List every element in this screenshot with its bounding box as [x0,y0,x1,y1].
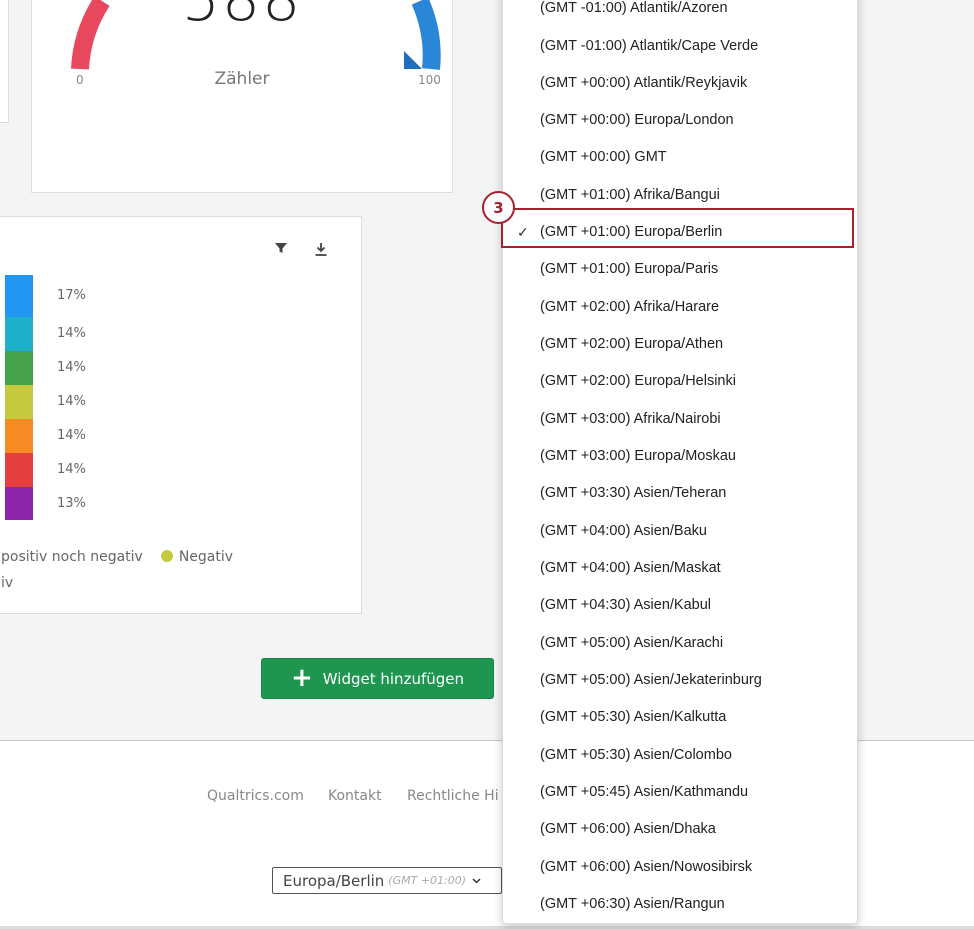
bar-label: 14% [57,326,86,341]
timezone-option-label: (GMT +05:00) Asien/Jekaterinburg [540,672,762,688]
timezone-option[interactable]: (GMT +01:00) Afrika/Bangui [503,180,857,210]
gauge-max: 100 [418,73,441,87]
bar-segment[interactable] [5,275,33,317]
bar-segment[interactable] [5,351,33,385]
step-badge: 3 [482,191,515,224]
bar-segment[interactable] [5,453,33,487]
legend-item-negative: Negativ [178,549,234,565]
timezone-option-label: (GMT +00:00) Europa/London [540,112,734,128]
bar-label: 14% [57,394,86,409]
timezone-option-label: (GMT +02:00) Europa/Athen [540,336,724,352]
timezone-select[interactable]: Europa/Berlin (GMT +01:00) [272,867,502,894]
timezone-option-label: (GMT +05:30) Asien/Kalkutta [540,709,727,725]
timezone-option-label: (GMT +05:45) Asien/Kathmandu [540,784,749,800]
download-icon[interactable] [314,241,328,261]
timezone-option-label: (GMT -01:00) Atlantik/Azoren [540,0,728,16]
timezone-option[interactable]: (GMT +04:30) Asien/Kabul [503,590,857,620]
timezone-option[interactable]: (GMT +02:00) Europa/Athen [503,329,857,359]
timezone-option-label: (GMT +02:00) Afrika/Harare [540,299,720,315]
chart-legend: positiv noch negativ Negativ [1,549,233,565]
timezone-dropdown-menu: (GMT -01:00) Atlantik/Azoren (GMT -01:00)… [502,0,858,924]
timezone-option-label: (GMT +04:00) Asien/Baku [540,523,707,539]
timezone-option-label: (GMT +00:00) Atlantik/Reykjavik [540,75,748,91]
timezone-option[interactable]: (GMT +06:30) Asien/Rangun [503,889,857,919]
timezone-option[interactable]: (GMT +04:00) Asien/Maskat [503,553,857,583]
bar-label: 17% [57,288,86,303]
timezone-option[interactable]: ✓ (GMT +01:00) Europa/Berlin [503,217,857,247]
bar-segment[interactable] [5,419,33,453]
chart-toolbar [274,241,328,261]
timezone-option-label: (GMT +03:00) Europa/Moskau [540,448,736,464]
chart-widget-card: 17% 14% 14% 14% 14% 14% 13% positiv noch negat… [0,216,362,614]
timezone-option[interactable]: (GMT -01:00) Atlantik/Cape Verde [503,31,857,61]
gauge-label: Zähler [214,69,270,89]
bar-label: 14% [57,428,86,443]
timezone-option[interactable]: (GMT +00:00) Europa/London [503,105,857,135]
timezone-option-label: (GMT +06:30) Asien/Rangun [540,896,725,912]
timezone-option-label: (GMT +04:00) Asien/Maskat [540,560,721,576]
timezone-option-label: (GMT +06:00) Asien/Nowosibirsk [540,859,753,875]
gauge-pointer [404,51,422,69]
bar-segment[interactable] [5,317,33,351]
timezone-option[interactable]: (GMT +02:00) Afrika/Harare [503,292,857,322]
timezone-option-label: (GMT +00:00) GMT [540,149,667,165]
timezone-option-label: (GMT +03:00) Afrika/Nairobi [540,411,721,427]
timezone-option[interactable]: (GMT +05:00) Asien/Karachi [503,628,857,658]
chevron-down-icon [472,874,481,887]
timezone-option[interactable]: (GMT +01:00) Europa/Paris [503,254,857,284]
footer-link-legal[interactable]: Rechtliche Hi [407,788,499,804]
timezone-select-value: Europa/Berlin [283,871,385,890]
timezone-option-label: (GMT +05:30) Asien/Colombo [540,747,732,763]
filter-icon[interactable] [274,241,288,261]
gauge-value: 588 [181,0,303,35]
timezone-option[interactable]: (GMT +00:00) Atlantik/Reykjavik [503,68,857,98]
timezone-option[interactable]: (GMT -01:00) Atlantik/Azoren [503,0,857,23]
bar-label: 14% [57,360,86,375]
timezone-option-label: (GMT +01:00) Afrika/Bangui [540,187,720,203]
gauge-widget-card: 588 Zähler 0 100 [31,0,453,193]
plus-icon: + [291,662,313,693]
timezone-option-label: (GMT +06:00) Asien/Dhaka [540,821,716,837]
timezone-option[interactable]: (GMT +04:00) Asien/Baku [503,516,857,546]
bar-label: 14% [57,462,86,477]
timezone-option-label: (GMT +04:30) Asien/Kabul [540,597,712,613]
timezone-option[interactable]: (GMT +03:00) Europa/Moskau [503,441,857,471]
timezone-option-label: (GMT +02:00) Europa/Helsinki [540,373,736,389]
legend-item-positive: iv [1,575,14,591]
legend-item-neutral: positiv noch negativ [1,549,143,565]
bar-label: 13% [57,495,86,511]
check-icon: ✓ [517,223,529,240]
timezone-option[interactable]: (GMT +06:00) Asien/Nowosibirsk [503,852,857,882]
timezone-option-label: (GMT +03:30) Asien/Teheran [540,485,727,501]
timezone-option[interactable]: (GMT +03:00) Afrika/Nairobi [503,404,857,434]
add-widget-label: Widget hinzufügen [322,669,464,688]
bar-segment[interactable] [5,385,33,419]
partial-widget-card [0,0,9,123]
timezone-option[interactable]: (GMT +02:00) Europa/Helsinki [503,366,857,396]
timezone-option[interactable]: (GMT +03:30) Asien/Teheran [503,478,857,508]
footer-link-qualtrics[interactable]: Qualtrics.com [207,788,304,804]
timezone-option[interactable]: (GMT +00:00) GMT [503,142,857,172]
gauge-min: 0 [76,73,84,87]
timezone-option[interactable]: (GMT +05:30) Asien/Kalkutta [503,702,857,732]
legend-dot-negative [160,550,173,562]
bar-segment[interactable] [5,487,33,520]
timezone-select-offset: (GMT +01:00) [388,874,467,887]
timezone-option-label: (GMT -01:00) Atlantik/Cape Verde [540,38,759,54]
timezone-option[interactable]: (GMT +05:00) Asien/Jekaterinburg [503,665,857,695]
timezone-option[interactable]: (GMT +06:00) Asien/Dhaka [503,814,857,844]
add-widget-button[interactable]: + Widget hinzufügen [261,658,494,699]
timezone-option[interactable]: (GMT +05:30) Asien/Colombo [503,740,857,770]
timezone-option-label: (GMT +05:00) Asien/Karachi [540,635,724,651]
footer-link-contact[interactable]: Kontakt [328,788,382,804]
timezone-option-label: (GMT +01:00) Europa/Paris [540,261,719,277]
timezone-option-label: (GMT +01:00) Europa/Berlin [540,224,723,240]
timezone-option[interactable]: (GMT +05:45) Asien/Kathmandu [503,777,857,807]
